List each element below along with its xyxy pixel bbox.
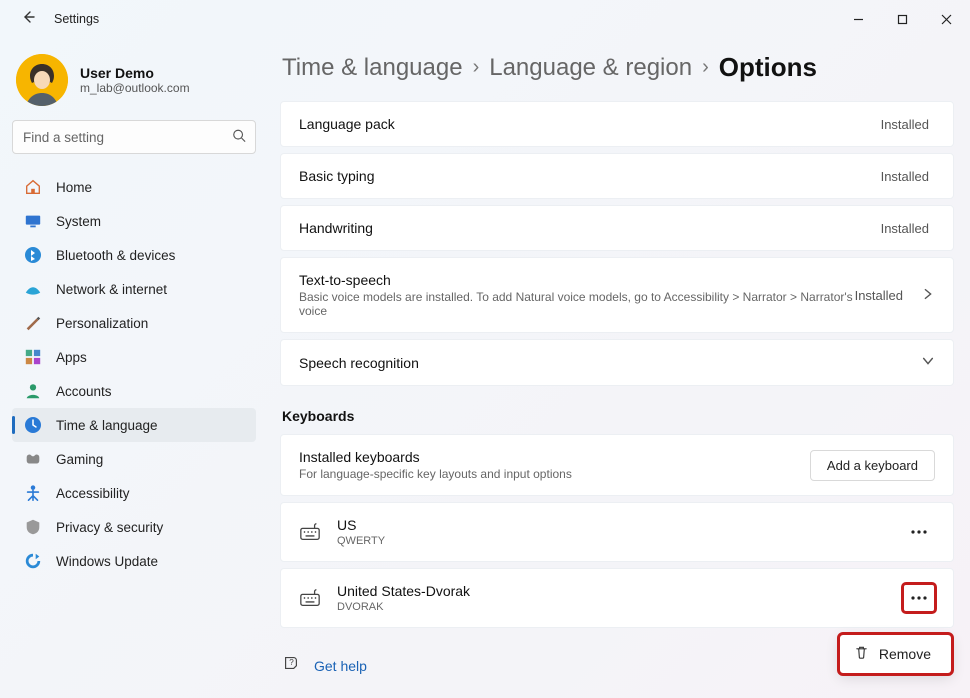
sidebar-item-label: Network & internet bbox=[56, 282, 167, 297]
add-keyboard-button[interactable]: Add a keyboard bbox=[810, 450, 935, 481]
bluetooth-devices-icon bbox=[24, 246, 42, 264]
user-block[interactable]: User Demo m_lab@outlook.com bbox=[12, 54, 256, 106]
feature-card[interactable]: Speech recognition bbox=[280, 339, 954, 386]
chevron-right-icon: › bbox=[702, 56, 709, 79]
sidebar-item-label: System bbox=[56, 214, 101, 229]
network-internet-icon bbox=[24, 280, 42, 298]
keyboard-list: USQWERTYUnited States-DvorakDVORAKRemove bbox=[280, 502, 954, 628]
sidebar-item-label: Home bbox=[56, 180, 92, 195]
feature-card: HandwritingInstalled bbox=[280, 205, 954, 251]
sidebar-item-label: Accounts bbox=[56, 384, 112, 399]
sidebar-item-label: Gaming bbox=[56, 452, 103, 467]
feature-title: Speech recognition bbox=[299, 355, 909, 371]
sidebar-item-gaming[interactable]: Gaming bbox=[12, 442, 256, 476]
installed-keyboards-sub: For language-specific key layouts and in… bbox=[299, 467, 810, 481]
time-language-icon bbox=[24, 416, 42, 434]
accessibility-icon bbox=[24, 484, 42, 502]
close-button[interactable] bbox=[924, 3, 968, 35]
feature-title: Handwriting bbox=[299, 220, 881, 236]
remove-label: Remove bbox=[879, 646, 931, 662]
trash-icon bbox=[854, 645, 869, 663]
breadcrumb-seg-1[interactable]: Language & region bbox=[489, 54, 692, 82]
sidebar-item-personalization[interactable]: Personalization bbox=[12, 306, 256, 340]
sidebar-item-label: Personalization bbox=[56, 316, 148, 331]
keyboard-row: US QWERTY bbox=[280, 502, 954, 562]
sidebar-item-label: Bluetooth & devices bbox=[56, 248, 175, 263]
chevron-right-icon: › bbox=[473, 56, 480, 79]
feature-sub: Basic voice models are installed. To add… bbox=[299, 290, 855, 318]
search-input[interactable] bbox=[12, 120, 256, 154]
sidebar: User Demo m_lab@outlook.com Home System Bl… bbox=[0, 38, 268, 698]
chevron-down-icon bbox=[921, 354, 935, 371]
keyboard-name: United States-Dvorak bbox=[337, 583, 903, 599]
sidebar-item-windows-update[interactable]: Windows Update bbox=[12, 544, 256, 578]
sidebar-item-label: Apps bbox=[56, 350, 87, 365]
keyboard-row: United States-Dvorak DVORAK bbox=[280, 568, 954, 628]
sidebar-item-apps[interactable]: Apps bbox=[12, 340, 256, 374]
gaming-icon bbox=[24, 450, 42, 468]
installed-keyboards-title: Installed keyboards bbox=[299, 449, 810, 465]
titlebar: Settings bbox=[0, 0, 970, 38]
sidebar-item-label: Accessibility bbox=[56, 486, 130, 501]
feature-card[interactable]: Text-to-speech Basic voice models are ins… bbox=[280, 257, 954, 333]
personalization-icon bbox=[24, 314, 42, 332]
feature-status: Installed bbox=[881, 169, 929, 184]
feature-status: Installed bbox=[855, 288, 903, 303]
feature-title: Basic typing bbox=[299, 168, 881, 184]
privacy-security-icon bbox=[24, 518, 42, 536]
keyboard-icon bbox=[299, 521, 321, 543]
main-panel: Time & language › Language & region › Op… bbox=[268, 38, 970, 698]
window-controls bbox=[836, 3, 968, 35]
apps-icon bbox=[24, 348, 42, 366]
search-icon bbox=[232, 129, 246, 146]
feature-title: Text-to-speech bbox=[299, 272, 855, 288]
sidebar-item-accounts[interactable]: Accounts bbox=[12, 374, 256, 408]
accounts-icon bbox=[24, 382, 42, 400]
search-field[interactable] bbox=[12, 120, 256, 154]
feature-status: Installed bbox=[881, 117, 929, 132]
keyboard-more-button[interactable] bbox=[903, 584, 935, 612]
windows-update-icon bbox=[24, 552, 42, 570]
breadcrumb-seg-0[interactable]: Time & language bbox=[282, 54, 463, 82]
feature-list: Language packInstalledBasic typingInstal… bbox=[280, 101, 954, 386]
keyboard-icon bbox=[299, 587, 321, 609]
avatar bbox=[16, 54, 68, 106]
help-icon: ? bbox=[282, 654, 300, 677]
svg-text:?: ? bbox=[289, 658, 294, 667]
sidebar-item-home[interactable]: Home bbox=[12, 170, 256, 204]
chevron-right-icon bbox=[921, 287, 935, 304]
sidebar-item-label: Windows Update bbox=[56, 554, 158, 569]
sidebar-item-label: Time & language bbox=[56, 418, 158, 433]
minimize-button[interactable] bbox=[836, 3, 880, 35]
back-button[interactable] bbox=[12, 9, 44, 29]
system-icon bbox=[24, 212, 42, 230]
keyboard-layout: DVORAK bbox=[337, 601, 897, 613]
feature-card: Basic typingInstalled bbox=[280, 153, 954, 199]
remove-menu-item[interactable]: Remove bbox=[839, 634, 952, 674]
keyboard-name: US bbox=[337, 517, 903, 533]
feature-status: Installed bbox=[881, 221, 929, 236]
window-title: Settings bbox=[54, 12, 99, 26]
keyboard-more-button[interactable] bbox=[903, 518, 935, 546]
sidebar-item-time-language[interactable]: Time & language bbox=[12, 408, 256, 442]
sidebar-item-bluetooth-devices[interactable]: Bluetooth & devices bbox=[12, 238, 256, 272]
maximize-button[interactable] bbox=[880, 3, 924, 35]
breadcrumb-seg-2: Options bbox=[719, 52, 817, 83]
sidebar-item-label: Privacy & security bbox=[56, 520, 163, 535]
breadcrumb: Time & language › Language & region › Op… bbox=[282, 52, 954, 83]
installed-keyboards-header: Installed keyboards For language-specifi… bbox=[280, 434, 954, 496]
user-email: m_lab@outlook.com bbox=[80, 81, 190, 95]
get-help-link[interactable]: Get help bbox=[314, 658, 367, 674]
user-name: User Demo bbox=[80, 65, 190, 81]
feature-title: Language pack bbox=[299, 116, 881, 132]
home-icon bbox=[24, 178, 42, 196]
sidebar-item-accessibility[interactable]: Accessibility bbox=[12, 476, 256, 510]
keyboards-section-header: Keyboards bbox=[282, 408, 954, 424]
sidebar-item-system[interactable]: System bbox=[12, 204, 256, 238]
nav-list: Home System Bluetooth & devices Network & i… bbox=[12, 170, 256, 578]
feature-card: Language packInstalled bbox=[280, 101, 954, 147]
keyboard-layout: QWERTY bbox=[337, 535, 897, 547]
sidebar-item-network-internet[interactable]: Network & internet bbox=[12, 272, 256, 306]
sidebar-item-privacy-security[interactable]: Privacy & security bbox=[12, 510, 256, 544]
